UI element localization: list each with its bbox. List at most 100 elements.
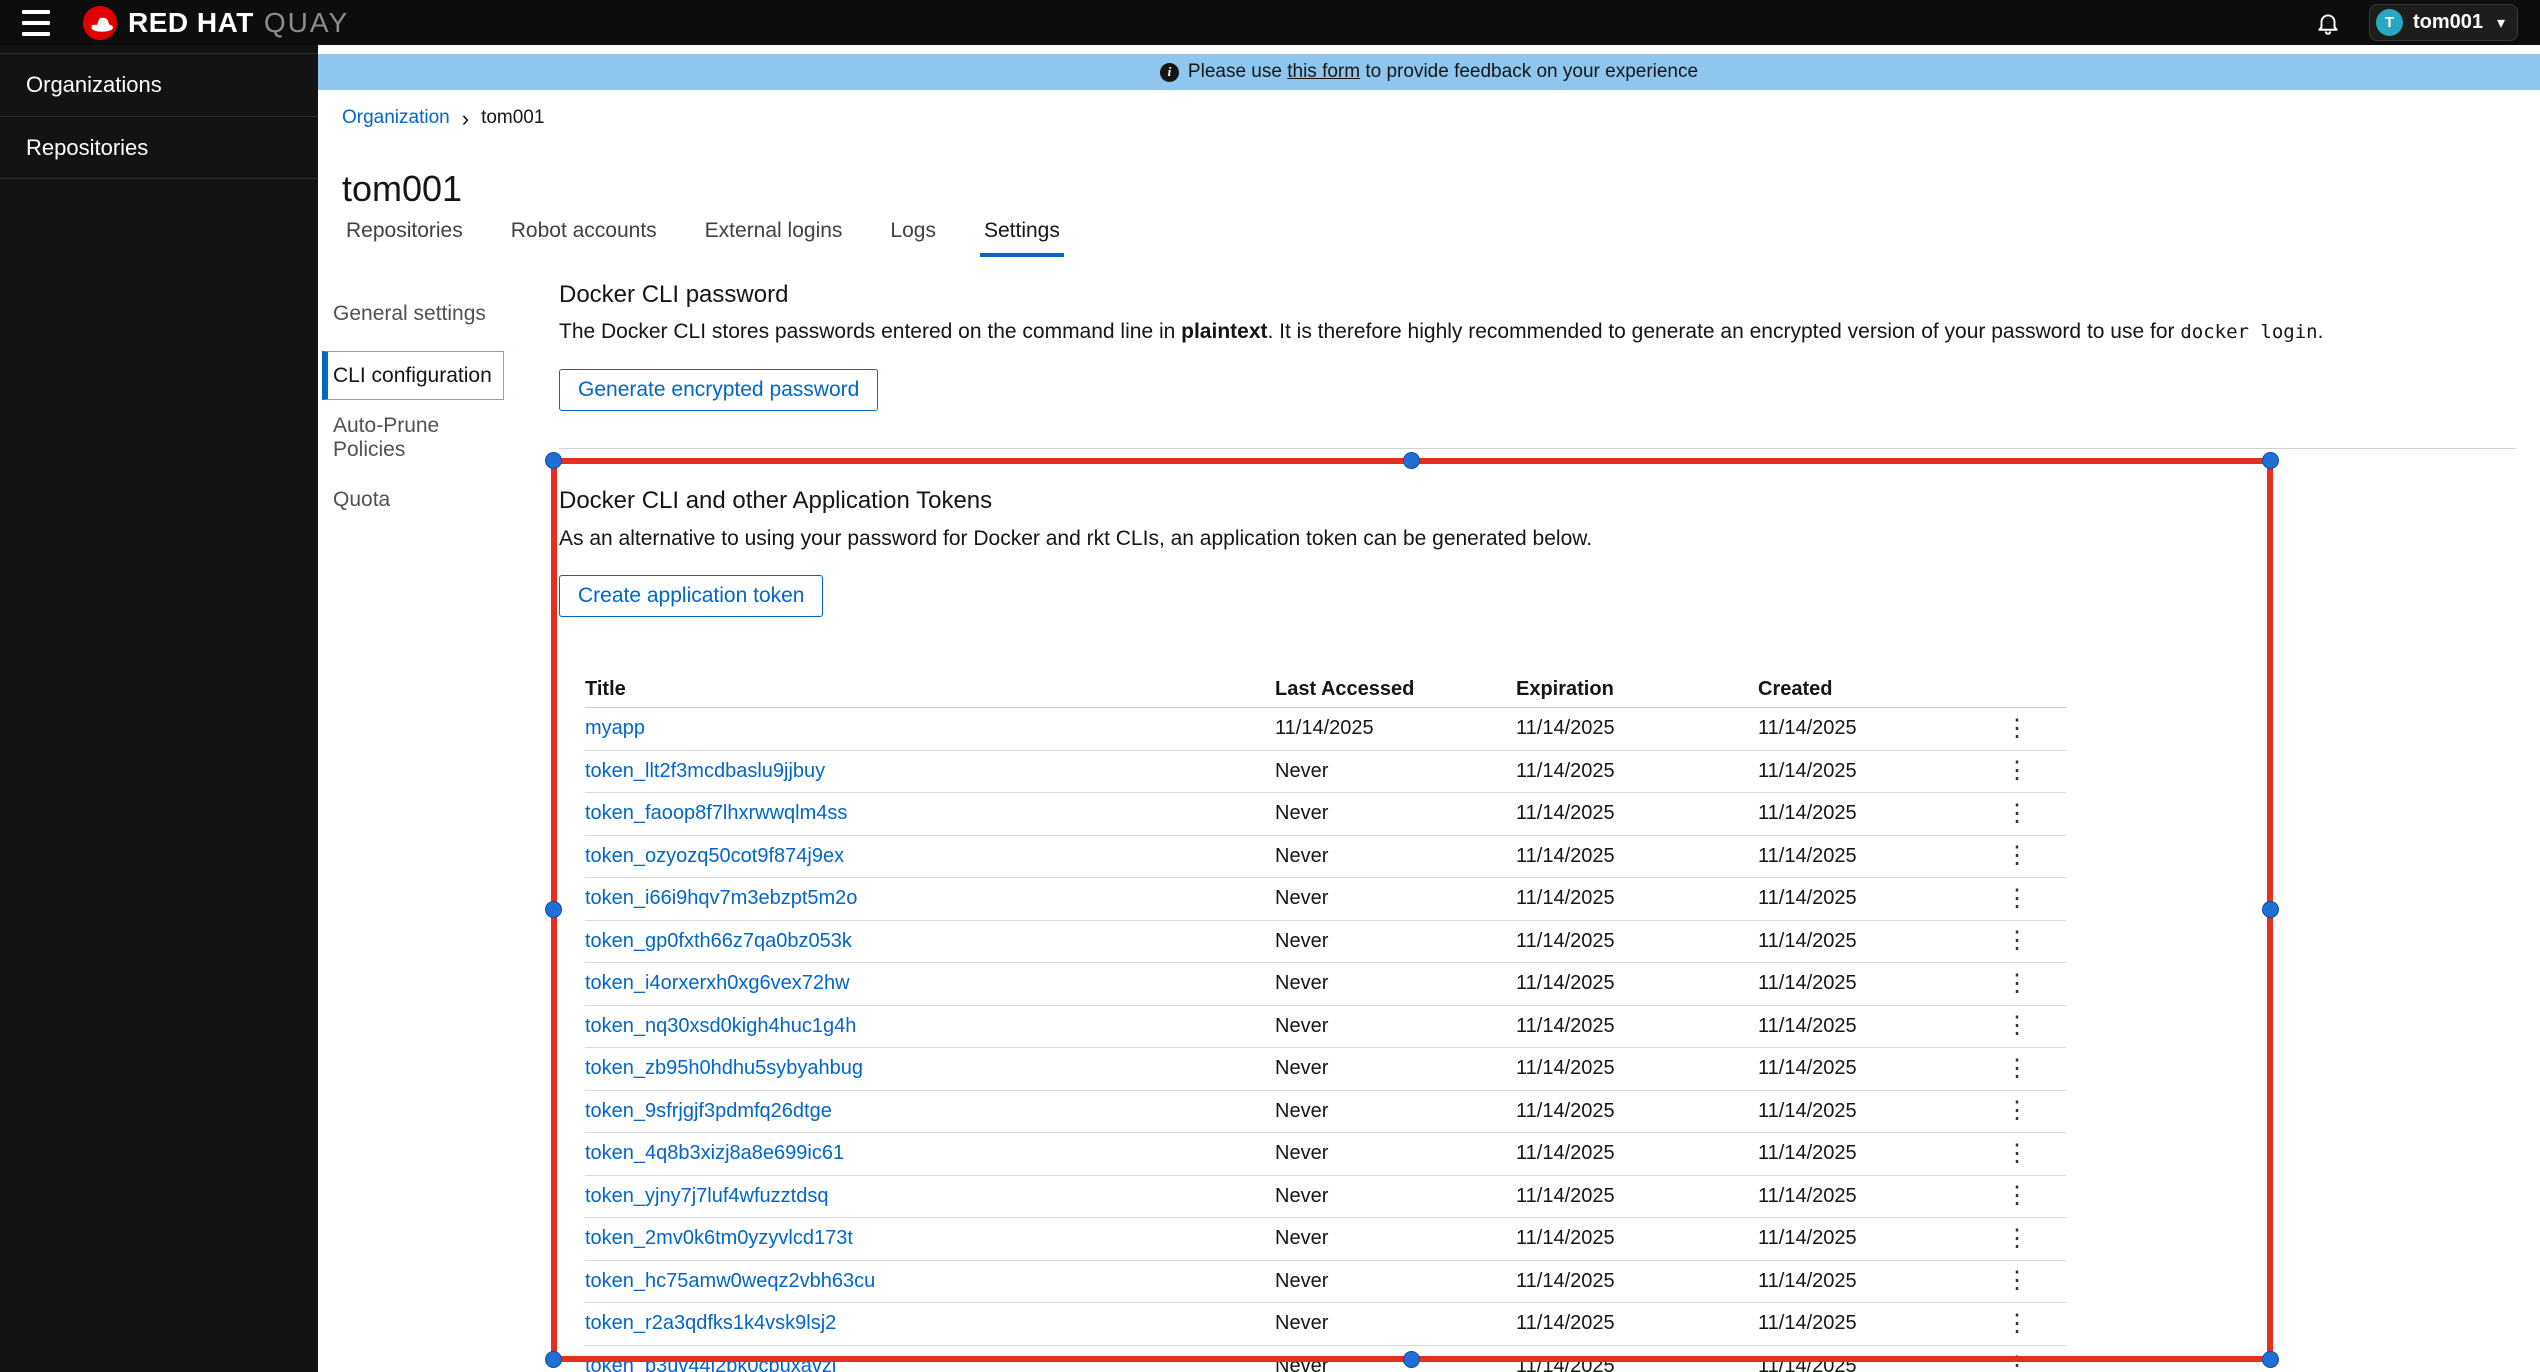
feedback-form-link[interactable]: this form <box>1287 61 1360 82</box>
settings-subnav: General settings CLI configuration Auto-… <box>322 283 504 531</box>
redhat-quay-logo[interactable]: RED HAT QUAY <box>82 5 349 41</box>
token-title-cell: token_2mv0k6tm0yzyvlcd173t <box>585 1227 1275 1250</box>
token-link[interactable]: token_i66i9hqv7m3ebzpt5m2o <box>585 887 857 909</box>
token-title-cell: token_llt2f3mcdbaslu9jjbuy <box>585 760 1275 783</box>
table-row: token_ozyozq50cot9f874j9ex Never 11/14/202… <box>585 836 2066 878</box>
token-title-cell: token_hc75amw0weqz2vbh63cu <box>585 1270 1275 1293</box>
application-tokens-description: As an alternative to using your password… <box>559 527 1593 550</box>
annotation-handle <box>2262 452 2279 469</box>
application-tokens-heading: Docker CLI and other Application Tokens <box>559 487 993 514</box>
expiration-value: 11/14/2025 <box>1516 972 1615 995</box>
sidebar-item-repositories[interactable]: Repositories <box>0 116 318 179</box>
token-link[interactable]: token_4q8b3xizj8a8e699ic61 <box>585 1142 844 1164</box>
subnav-item-auto-prune-policies[interactable]: Auto-Prune Policies <box>322 407 504 469</box>
brand-quay-text: QUAY <box>263 6 350 38</box>
create-application-token-button[interactable]: Create application token <box>559 575 824 617</box>
notifications-bell-icon[interactable] <box>2315 10 2341 36</box>
column-header-title: Title <box>585 678 626 700</box>
tab-bar: Repositories Robot accounts External log… <box>342 219 1064 257</box>
token-title-cell: token_4q8b3xizj8a8e699ic61 <box>585 1142 1275 1165</box>
kebab-menu-icon[interactable]: ⋮ <box>2005 1269 2029 1293</box>
tab-logs[interactable]: Logs <box>886 219 940 257</box>
kebab-menu-icon[interactable]: ⋮ <box>2005 1142 2029 1166</box>
created-value: 11/14/2025 <box>1758 972 1857 995</box>
token-link[interactable]: token_yjny7j7luf4wfuzztdsq <box>585 1185 828 1207</box>
kebab-menu-icon[interactable]: ⋮ <box>2005 1184 2029 1208</box>
tab-settings[interactable]: Settings <box>979 219 1064 257</box>
actions-cell: ⋮ <box>1968 844 2066 868</box>
subnav-item-quota[interactable]: Quota <box>322 469 504 531</box>
last-accessed-value: Never <box>1275 1142 1329 1165</box>
created-value: 11/14/2025 <box>1758 887 1857 910</box>
table-row: myapp 11/14/2025 11/14/2025 11/14/2025 ⋮ <box>585 708 2066 751</box>
table-row: token_4q8b3xizj8a8e699ic61 Never 11/14/202… <box>585 1133 2066 1176</box>
username: tom001 <box>2412 11 2483 33</box>
token-link[interactable]: myapp <box>585 717 645 739</box>
cli-password-heading: Docker CLI password <box>559 281 789 308</box>
table-header-row: Title Last Accessed Expiration Created <box>585 672 2066 708</box>
kebab-menu-icon[interactable]: ⋮ <box>2005 1354 2029 1372</box>
tab-robot-accounts[interactable]: Robot accounts <box>507 219 661 257</box>
table-row: token_yjny7j7luf4wfuzztdsq Never 11/14/202… <box>585 1176 2066 1218</box>
cli-password-description: The Docker CLI stores passwords entered … <box>559 320 2324 343</box>
hamburger-menu-icon[interactable] <box>22 9 56 36</box>
table-row: token_2mv0k6tm0yzyvlcd173t Never 11/14/202… <box>585 1218 2066 1261</box>
token-title-cell: token_faoop8f7lhxrwwqlm4ss <box>585 802 1275 825</box>
last-accessed-value: Never <box>1275 972 1329 995</box>
kebab-menu-icon[interactable]: ⋮ <box>2005 1014 2029 1038</box>
table-row: token_zb95h0hdhu5sybyahbug Never 11/14/202… <box>585 1048 2066 1091</box>
kebab-menu-icon[interactable]: ⋮ <box>2005 759 2029 783</box>
token-table-body: myapp 11/14/2025 11/14/2025 11/14/2025 ⋮ toke… <box>585 708 2066 1372</box>
table-row: token_b3uv44l2bk0cbuxavzl Never 11/14/2025… <box>585 1346 2066 1372</box>
table-row: token_i66i9hqv7m3ebzpt5m2o Never 11/14/202… <box>585 878 2066 921</box>
token-title-cell: token_r2a3qdfks1k4vsk9lsj2 <box>585 1312 1275 1335</box>
column-header-created: Created <box>1758 678 1833 700</box>
token-link[interactable]: token_faoop8f7lhxrwwqlm4ss <box>585 802 847 824</box>
subnav-item-general-settings[interactable]: General settings <box>322 283 504 345</box>
kebab-menu-icon[interactable]: ⋮ <box>2005 717 2029 741</box>
token-title-cell: token_nq30xsd0kigh4huc1g4h <box>585 1015 1275 1038</box>
brand-redhat-text: RED HAT <box>128 6 254 38</box>
kebab-menu-icon[interactable]: ⋮ <box>2005 802 2029 826</box>
expiration-value: 11/14/2025 <box>1516 759 1615 782</box>
created-value: 11/14/2025 <box>1758 929 1857 952</box>
token-link[interactable]: token_nq30xsd0kigh4huc1g4h <box>585 1015 856 1037</box>
actions-cell: ⋮ <box>1968 972 2066 996</box>
kebab-menu-icon[interactable]: ⋮ <box>2005 1227 2029 1251</box>
kebab-menu-icon[interactable]: ⋮ <box>2005 929 2029 953</box>
expiration-value: 11/14/2025 <box>1516 844 1615 867</box>
kebab-menu-icon[interactable]: ⋮ <box>2005 887 2029 911</box>
sidebar-item-organizations[interactable]: Organizations <box>0 53 318 116</box>
token-link[interactable]: token_2mv0k6tm0yzyvlcd173t <box>585 1227 853 1249</box>
kebab-menu-icon[interactable]: ⋮ <box>2005 844 2029 868</box>
token-link[interactable]: token_b3uv44l2bk0cbuxavzl <box>585 1355 836 1372</box>
created-value: 11/14/2025 <box>1758 1227 1857 1250</box>
last-accessed-value: Never <box>1275 1312 1329 1335</box>
token-link[interactable]: token_llt2f3mcdbaslu9jjbuy <box>585 760 825 782</box>
kebab-menu-icon[interactable]: ⋮ <box>2005 1057 2029 1081</box>
user-menu[interactable]: T tom001 ▾ <box>2368 4 2518 41</box>
last-accessed-value: Never <box>1275 844 1329 867</box>
actions-cell: ⋮ <box>1968 1312 2066 1336</box>
token-link[interactable]: token_hc75amw0weqz2vbh63cu <box>585 1270 875 1292</box>
breadcrumb-organization-link[interactable]: Organization <box>342 107 450 129</box>
generate-encrypted-password-button[interactable]: Generate encrypted password <box>559 369 879 411</box>
sidebar: Organizations Repositories <box>0 45 318 1372</box>
tab-repositories[interactable]: Repositories <box>342 219 467 257</box>
token-link[interactable]: token_9sfrjgjf3pdmfq26dtge <box>585 1100 832 1122</box>
token-link[interactable]: token_r2a3qdfks1k4vsk9lsj2 <box>585 1312 836 1334</box>
kebab-menu-icon[interactable]: ⋮ <box>2005 1099 2029 1123</box>
tab-external-logins[interactable]: External logins <box>701 219 847 257</box>
kebab-menu-icon[interactable]: ⋮ <box>2005 1312 2029 1336</box>
actions-cell: ⋮ <box>1968 1184 2066 1208</box>
kebab-menu-icon[interactable]: ⋮ <box>2005 972 2029 996</box>
token-link[interactable]: token_i4orxerxh0xg6vex72hw <box>585 972 850 994</box>
annotation-handle <box>545 901 562 918</box>
subnav-item-cli-configuration[interactable]: CLI configuration <box>322 351 504 400</box>
created-value: 11/14/2025 <box>1758 1142 1857 1165</box>
token-link[interactable]: token_zb95h0hdhu5sybyahbug <box>585 1057 863 1079</box>
token-link[interactable]: token_gp0fxth66z7qa0bz053k <box>585 930 852 952</box>
token-link[interactable]: token_ozyozq50cot9f874j9ex <box>585 845 844 867</box>
chevron-down-icon: ▾ <box>2496 14 2505 32</box>
avatar: T <box>2375 9 2403 36</box>
